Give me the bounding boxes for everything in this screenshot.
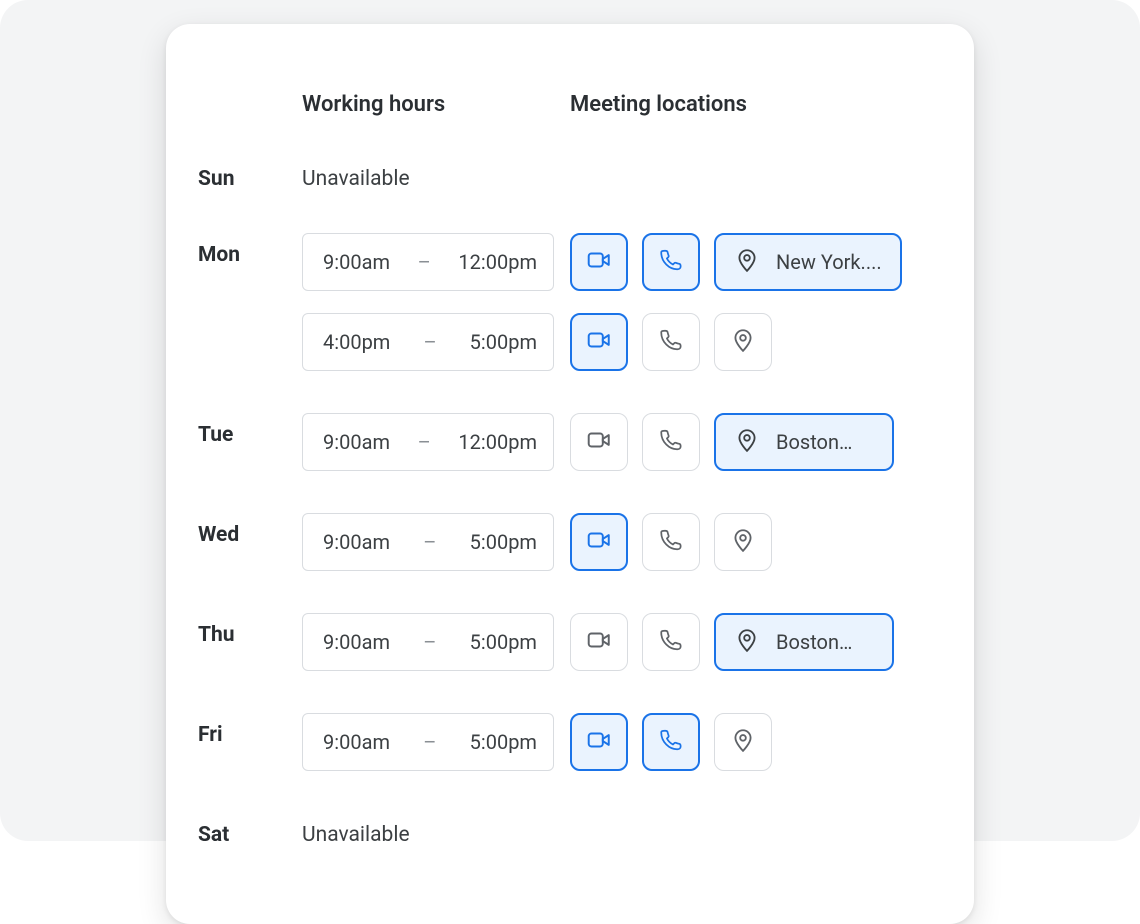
video-toggle[interactable] <box>570 313 628 371</box>
day-label: Sat <box>198 813 286 847</box>
day-label: Wed <box>198 513 286 547</box>
video-toggle[interactable] <box>570 233 628 291</box>
working-hours-card: Working hours Meeting locations Sun Unava… <box>166 24 974 924</box>
time-range-input[interactable]: 9:00am – 5:00pm <box>302 713 554 771</box>
dash: – <box>423 630 436 654</box>
end-time: 5:00pm <box>470 630 537 654</box>
video-toggle[interactable] <box>570 413 628 471</box>
day-label: Fri <box>198 713 286 747</box>
time-range-input[interactable]: 4:00pm – 5:00pm <box>302 313 554 371</box>
phone-icon <box>658 627 684 658</box>
phone-toggle[interactable] <box>642 713 700 771</box>
time-range-input[interactable]: 9:00am – 5:00pm <box>302 513 554 571</box>
location-row <box>570 513 944 571</box>
location-toggle[interactable] <box>714 513 772 571</box>
time-range-input[interactable]: 9:00am – 12:00pm <box>302 233 554 291</box>
start-time: 9:00am <box>323 630 390 654</box>
dash: – <box>423 730 436 754</box>
video-toggle[interactable] <box>570 613 628 671</box>
day-row: Sat Unavailable <box>198 813 944 847</box>
location-row: Boston… <box>570 413 944 471</box>
location-pin-icon <box>734 247 766 278</box>
column-headers: Working hours Meeting locations <box>198 92 944 117</box>
day-label: Tue <box>198 413 286 447</box>
location-chip[interactable]: New York.... <box>714 233 902 291</box>
location-row <box>570 313 944 371</box>
dash: – <box>423 530 436 554</box>
meeting-locations-header: Meeting locations <box>570 92 944 117</box>
start-time: 9:00am <box>323 530 390 554</box>
video-icon <box>586 527 612 558</box>
phone-icon <box>658 247 684 278</box>
video-icon <box>586 727 612 758</box>
start-time: 9:00am <box>323 430 390 454</box>
phone-toggle[interactable] <box>642 613 700 671</box>
day-row: Tue 9:00am – 12:00pm Boston… <box>198 413 944 471</box>
video-icon <box>586 327 612 358</box>
phone-icon <box>658 727 684 758</box>
phone-toggle[interactable] <box>642 513 700 571</box>
video-toggle[interactable] <box>570 713 628 771</box>
phone-icon <box>658 427 684 458</box>
end-time: 5:00pm <box>470 330 537 354</box>
video-icon <box>586 247 612 278</box>
dash: – <box>418 430 431 454</box>
working-hours-header: Working hours <box>302 92 554 117</box>
time-range-input[interactable]: 9:00am – 5:00pm <box>302 613 554 671</box>
start-time: 9:00am <box>323 730 390 754</box>
dash: – <box>418 250 431 274</box>
day-row: Thu 9:00am – 5:00pm Boston… <box>198 613 944 671</box>
location-name: Boston… <box>776 630 852 654</box>
end-time: 12:00pm <box>458 250 537 274</box>
location-name: Boston… <box>776 430 852 454</box>
location-pin-icon <box>730 527 756 558</box>
day-row: Sun Unavailable <box>198 157 944 191</box>
phone-toggle[interactable] <box>642 413 700 471</box>
day-label: Mon <box>198 233 286 267</box>
location-chip[interactable]: Boston… <box>714 413 894 471</box>
day-row: Fri 9:00am – 5:00pm <box>198 713 944 771</box>
end-time: 5:00pm <box>470 530 537 554</box>
end-time: 12:00pm <box>458 430 537 454</box>
day-row: Wed 9:00am – 5:00pm <box>198 513 944 571</box>
time-range-input[interactable]: 9:00am – 12:00pm <box>302 413 554 471</box>
dash: – <box>423 330 436 354</box>
location-toggle[interactable] <box>714 313 772 371</box>
video-icon <box>586 427 612 458</box>
unavailable-text: Unavailable <box>302 157 554 191</box>
phone-toggle[interactable] <box>642 313 700 371</box>
location-name: New York.... <box>776 250 882 274</box>
phone-icon <box>658 527 684 558</box>
start-time: 9:00am <box>323 250 390 274</box>
location-pin-icon <box>734 627 766 658</box>
location-toggle[interactable] <box>714 713 772 771</box>
location-pin-icon <box>734 427 766 458</box>
location-pin-icon <box>730 727 756 758</box>
location-chip[interactable]: Boston… <box>714 613 894 671</box>
phone-icon <box>658 327 684 358</box>
day-label: Thu <box>198 613 286 647</box>
day-row: Mon 9:00am – 12:00pm 4:00pm – 5:00pm New York..… <box>198 233 944 371</box>
location-row <box>570 713 944 771</box>
video-toggle[interactable] <box>570 513 628 571</box>
background-surface: Working hours Meeting locations Sun Unava… <box>0 0 1140 841</box>
location-row: Boston… <box>570 613 944 671</box>
location-row: New York.... <box>570 233 944 291</box>
end-time: 5:00pm <box>470 730 537 754</box>
phone-toggle[interactable] <box>642 233 700 291</box>
location-pin-icon <box>730 327 756 358</box>
video-icon <box>586 627 612 658</box>
unavailable-text: Unavailable <box>302 813 554 847</box>
start-time: 4:00pm <box>323 330 390 354</box>
day-label: Sun <box>198 157 286 191</box>
